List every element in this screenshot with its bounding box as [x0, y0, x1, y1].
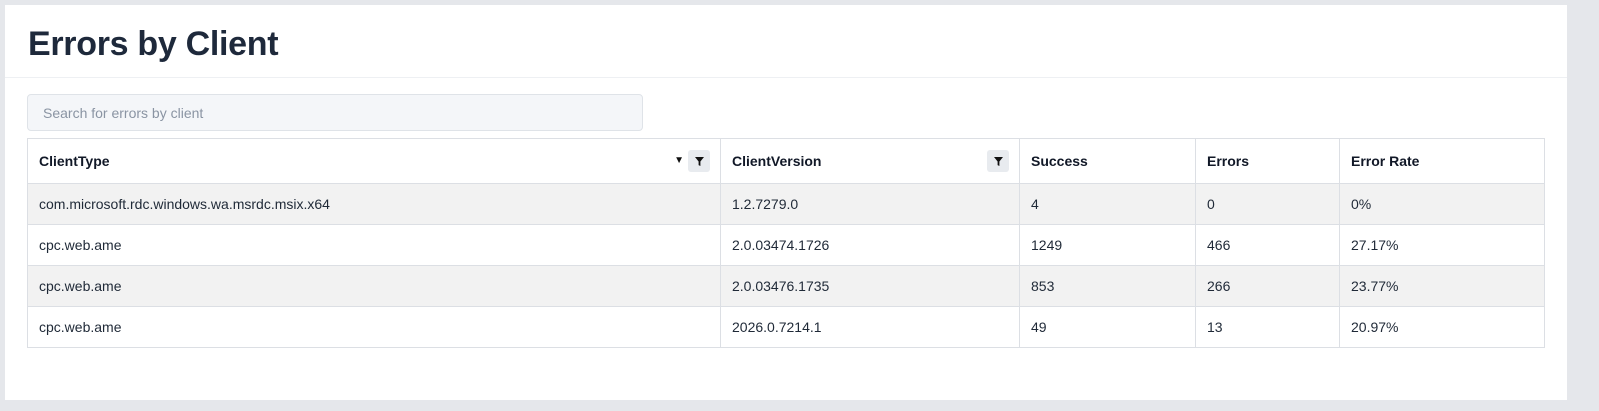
cell-clientversion: 2.0.03476.1735 [720, 265, 1020, 307]
column-header-label: ClientType [39, 153, 110, 169]
table-row[interactable]: cpc.web.ame 2.0.03476.1735 853 266 23.77… [27, 265, 1545, 307]
cell-clientversion: 2.0.03474.1726 [720, 224, 1020, 266]
cell-errors: 466 [1195, 224, 1340, 266]
table-row[interactable]: com.microsoft.rdc.windows.wa.msrdc.msix.… [27, 183, 1545, 225]
table-row[interactable]: cpc.web.ame 2026.0.7214.1 49 13 20.97% [27, 306, 1545, 348]
cell-error-rate: 20.97% [1339, 306, 1545, 348]
cell-errors: 266 [1195, 265, 1340, 307]
cell-clienttype: cpc.web.ame [27, 265, 721, 307]
funnel-icon [993, 156, 1003, 166]
table-row[interactable]: cpc.web.ame 2.0.03474.1726 1249 466 27.1… [27, 224, 1545, 266]
filter-button[interactable] [987, 150, 1009, 172]
column-header-error-rate[interactable]: Error Rate [1339, 138, 1545, 184]
cell-success: 1249 [1019, 224, 1196, 266]
column-header-label: Error Rate [1351, 153, 1420, 169]
column-header-clientversion[interactable]: ClientVersion [720, 138, 1020, 184]
column-header-label: Success [1031, 153, 1088, 169]
cell-error-rate: 23.77% [1339, 265, 1545, 307]
cell-error-rate: 27.17% [1339, 224, 1545, 266]
column-header-label: ClientVersion [732, 153, 822, 169]
search-input[interactable] [27, 94, 643, 131]
cell-clienttype: cpc.web.ame [27, 306, 721, 348]
cell-clientversion: 1.2.7279.0 [720, 183, 1020, 225]
filter-button[interactable] [688, 150, 710, 172]
panel-header: Errors by Client [5, 5, 1567, 78]
cell-clienttype: com.microsoft.rdc.windows.wa.msrdc.msix.… [27, 183, 721, 225]
column-header-clienttype[interactable]: ClientType ▼ [27, 138, 721, 184]
column-header-label: Errors [1207, 153, 1250, 169]
cell-error-rate: 0% [1339, 183, 1545, 225]
cell-errors: 13 [1195, 306, 1340, 348]
cell-errors: 0 [1195, 183, 1340, 225]
errors-by-client-panel: Errors by Client ClientType ▼ ClientVe [5, 5, 1567, 400]
column-header-errors[interactable]: Errors [1195, 138, 1340, 184]
table-header-row: ClientType ▼ ClientVersion Success Error… [27, 138, 1545, 184]
errors-table: ClientType ▼ ClientVersion Success Error… [27, 138, 1545, 348]
cell-success: 49 [1019, 306, 1196, 348]
funnel-icon [694, 156, 704, 166]
cell-clientversion: 2026.0.7214.1 [720, 306, 1020, 348]
column-header-success[interactable]: Success [1019, 138, 1196, 184]
page-title: Errors by Client [28, 25, 279, 63]
cell-success: 4 [1019, 183, 1196, 225]
cell-success: 853 [1019, 265, 1196, 307]
cell-clienttype: cpc.web.ame [27, 224, 721, 266]
caret-down-icon[interactable]: ▼ [674, 156, 684, 166]
